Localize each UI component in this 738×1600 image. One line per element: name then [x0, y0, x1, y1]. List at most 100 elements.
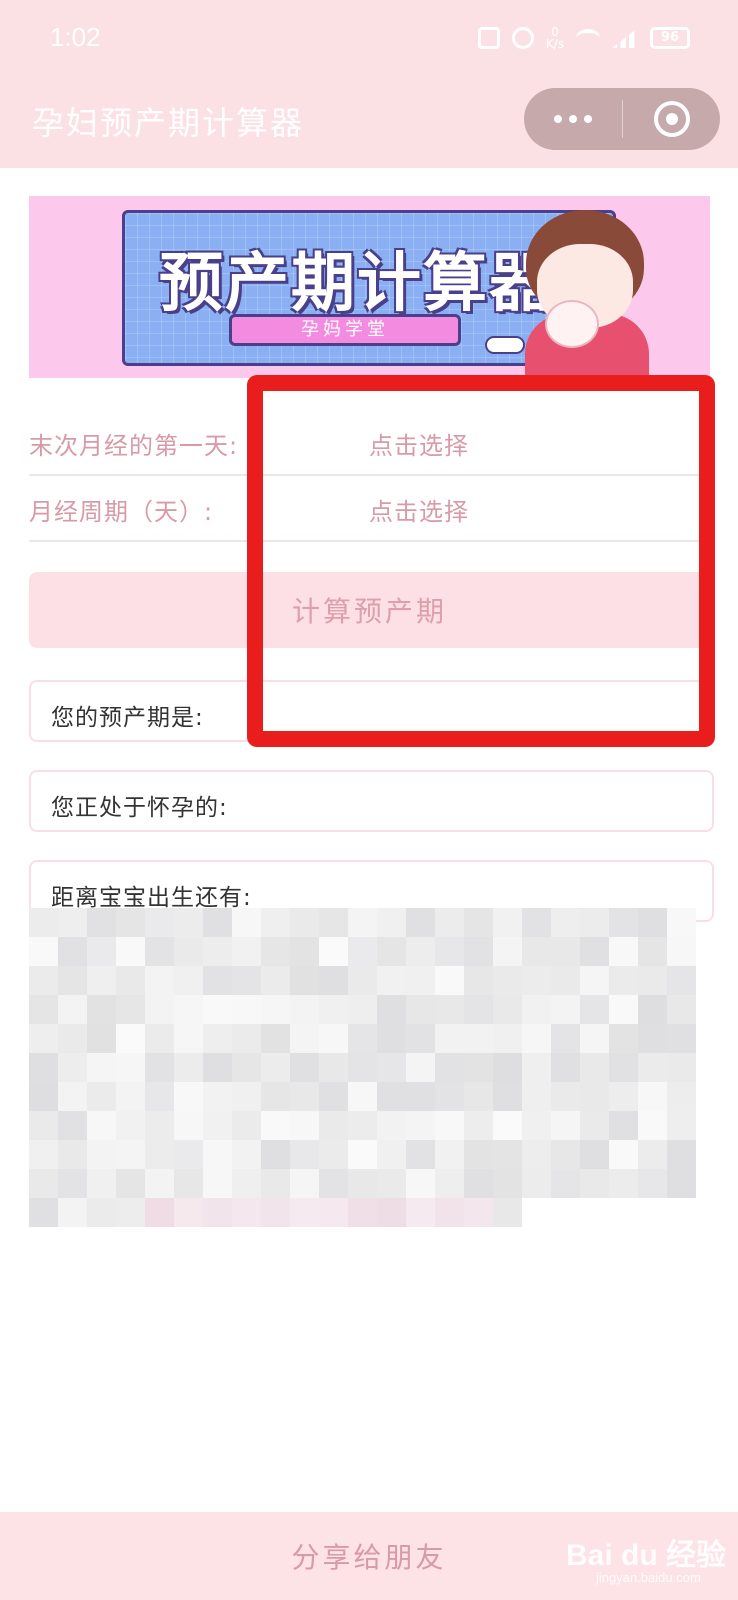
mosaic-cell: [348, 908, 377, 937]
net-speed: 0 K/s: [545, 25, 564, 51]
mosaic-cell: [377, 966, 406, 995]
mosaic-cell: [145, 1111, 174, 1140]
mosaic-cell: [203, 1140, 232, 1169]
mosaic-cell: [116, 1024, 145, 1053]
mosaic-cell: [348, 995, 377, 1024]
wifi-icon: [576, 29, 600, 47]
battery-icon: 96: [650, 27, 690, 49]
mosaic-cell: [232, 908, 261, 937]
mosaic-cell: [435, 1082, 464, 1111]
mosaic-cell: [145, 1024, 174, 1053]
mosaic-cell: [58, 995, 87, 1024]
mosaic-cell: [638, 1024, 667, 1053]
mosaic-cell: [290, 1198, 319, 1227]
mosaic-cell: [609, 1140, 638, 1169]
mosaic-cell: [145, 995, 174, 1024]
last-period-picker[interactable]: 点击选择: [369, 426, 469, 461]
mosaic-cell: [174, 1140, 203, 1169]
mosaic-cell: [638, 995, 667, 1024]
more-button[interactable]: [524, 88, 622, 150]
mosaic-cell: [232, 966, 261, 995]
calculate-button[interactable]: 计算预产期: [29, 572, 710, 648]
mosaic-cell: [580, 908, 609, 937]
mosaic-cell: [435, 1053, 464, 1082]
mosaic-cell: [667, 1169, 696, 1198]
mosaic-cell: [261, 1053, 290, 1082]
cycle-picker[interactable]: 点击选择: [369, 492, 469, 527]
mosaic-cell: [580, 1082, 609, 1111]
mosaic-cell: [203, 908, 232, 937]
mosaic-cell: [464, 1111, 493, 1140]
form-row-last-period: 末次月经的第一天: 点击选择: [29, 410, 710, 476]
mosaic-cell: [493, 966, 522, 995]
mosaic-cell: [667, 1140, 696, 1169]
share-button[interactable]: 分享给朋友: [0, 1512, 738, 1600]
mosaic-cell: [174, 937, 203, 966]
mosaic-cell: [87, 937, 116, 966]
mosaic-cell: [609, 937, 638, 966]
mosaic-cell: [522, 966, 551, 995]
mosaic-cell: [464, 937, 493, 966]
mosaic-cell: [667, 995, 696, 1024]
more-icon: [554, 115, 562, 123]
mosaic-cell: [551, 1140, 580, 1169]
mosaic-cell: [609, 995, 638, 1024]
mosaic-cell: [319, 1053, 348, 1082]
mosaic-cell: [174, 1053, 203, 1082]
baby-illustration: [545, 300, 599, 348]
mosaic-cell: [435, 995, 464, 1024]
mosaic-cell: [319, 1082, 348, 1111]
mosaic-cell: [145, 1169, 174, 1198]
mosaic-cell: [348, 1140, 377, 1169]
mosaic-cell: [551, 1111, 580, 1140]
signal-icon: [612, 28, 638, 48]
mosaic-cell: [174, 1198, 203, 1227]
close-button[interactable]: [623, 88, 720, 150]
mosaic-cell: [464, 1198, 493, 1227]
mosaic-cell: [377, 1053, 406, 1082]
mosaic-cell: [116, 1198, 145, 1227]
mosaic-cell: [638, 1140, 667, 1169]
mosaic-cell: [580, 1140, 609, 1169]
mosaic-cell: [551, 1169, 580, 1198]
mosaic-cell: [29, 1169, 58, 1198]
mosaic-cell: [290, 1140, 319, 1169]
mosaic-cell: [174, 1111, 203, 1140]
mosaic-cell: [348, 1053, 377, 1082]
mosaic-cell: [203, 937, 232, 966]
mosaic-cell: [203, 1169, 232, 1198]
mosaic-cell: [203, 1111, 232, 1140]
mosaic-cell: [261, 1140, 290, 1169]
mosaic-cell: [174, 966, 203, 995]
mosaic-cell: [493, 937, 522, 966]
mosaic-cell: [638, 1169, 667, 1198]
mosaic-cell: [377, 995, 406, 1024]
mosaic-cell: [203, 1053, 232, 1082]
mosaic-cell: [464, 1169, 493, 1198]
mosaic-cell: [348, 1082, 377, 1111]
mosaic-cell: [667, 1053, 696, 1082]
mosaic-cell: [638, 966, 667, 995]
mosaic-cell: [87, 1053, 116, 1082]
mosaic-cell: [522, 995, 551, 1024]
mosaic-cell: [406, 908, 435, 937]
more-icon-dot: [569, 115, 577, 123]
mosaic-cell: [609, 966, 638, 995]
mosaic-cell: [261, 1024, 290, 1053]
banner-title: 预产期计算器: [159, 247, 555, 321]
mosaic-cell: [58, 1053, 87, 1082]
mosaic-cell: [493, 1024, 522, 1053]
mosaic-cell: [290, 966, 319, 995]
mosaic-cell: [435, 908, 464, 937]
cloud-icon: [485, 336, 525, 354]
mosaic-cell: [522, 908, 551, 937]
mosaic-cell: [377, 1198, 406, 1227]
mosaic-cell: [232, 995, 261, 1024]
mosaic-cell: [232, 1082, 261, 1111]
mosaic-cell: [638, 1053, 667, 1082]
mosaic-cell: [232, 1111, 261, 1140]
mosaic-cell: [493, 995, 522, 1024]
capsule-menu: [524, 88, 720, 150]
mosaic-cell: [87, 1082, 116, 1111]
mosaic-cell: [58, 1169, 87, 1198]
